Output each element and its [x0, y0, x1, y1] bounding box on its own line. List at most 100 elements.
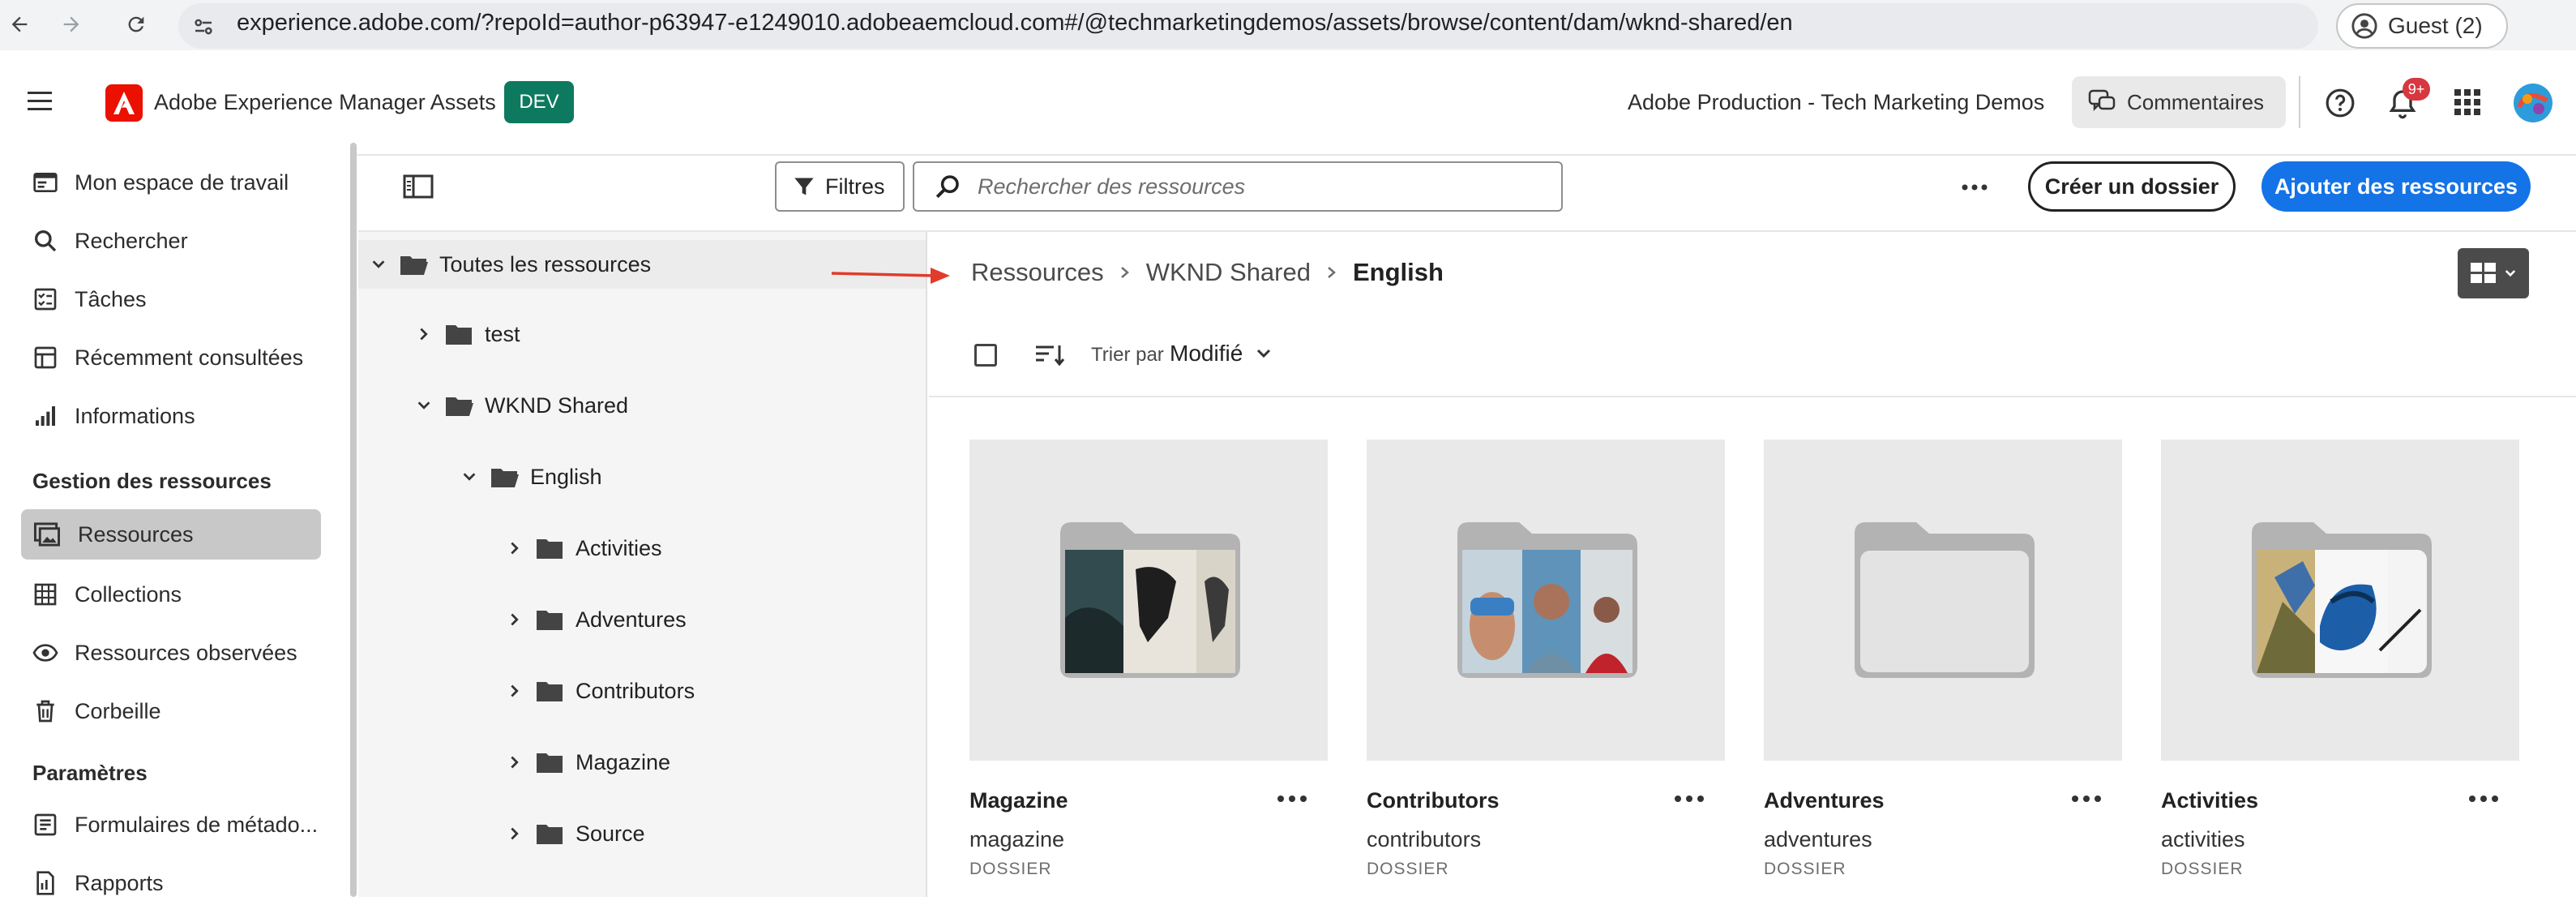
breadcrumb-item-wknd-shared[interactable]: WKND Shared: [1146, 258, 1311, 287]
org-switcher[interactable]: Adobe Production - Tech Marketing Demos: [1628, 90, 2044, 115]
chevron-right-icon[interactable]: [506, 682, 524, 700]
help-icon[interactable]: [2325, 88, 2356, 118]
filters-label: Filtres: [825, 174, 885, 199]
card-type: DOSSIER: [969, 860, 1052, 878]
folder-card-magazine[interactable]: Magazine magazine DOSSIER: [969, 440, 1328, 878]
reload-icon: [128, 16, 144, 32]
sidebar-item-label: Ressources: [78, 521, 194, 547]
more-actions-icon[interactable]: [1958, 174, 1991, 201]
reload-button[interactable]: [118, 6, 154, 42]
tree-node-label: Activities: [576, 535, 662, 560]
folder-thumbnail[interactable]: [969, 440, 1328, 761]
user-avatar[interactable]: [2513, 83, 2553, 123]
add-assets-button[interactable]: Ajouter des ressources: [2261, 161, 2531, 212]
search-field[interactable]: [913, 161, 1563, 212]
tree-node-contributors[interactable]: Contributors: [506, 667, 695, 715]
breadcrumb-item-assets[interactable]: Ressources: [971, 258, 1104, 287]
tree-node-english[interactable]: English: [460, 452, 602, 501]
profile-button[interactable]: Guest (2): [2336, 3, 2508, 49]
card-name: magazine: [969, 827, 1065, 851]
sidebar-item-assets[interactable]: Ressources: [21, 509, 321, 560]
header-divider: [2299, 76, 2300, 128]
app-title: Adobe Experience Manager Assets: [154, 90, 496, 114]
create-folder-button[interactable]: Créer un dossier: [2028, 161, 2236, 212]
sidebar-item-label: Rechercher: [75, 228, 188, 253]
sort-dropdown[interactable]: Modifié: [1170, 341, 1273, 367]
tree-node-source[interactable]: Source: [506, 809, 645, 858]
sidebar-item-workspace[interactable]: Mon espace de travail: [32, 161, 289, 204]
folder-open-icon: [491, 469, 519, 487]
card-title: Activities: [2161, 788, 2259, 813]
chevron-right-icon[interactable]: [415, 325, 433, 343]
app-switcher-grid-icon[interactable]: [2453, 88, 2482, 117]
adobe-logo-icon[interactable]: [105, 84, 143, 122]
chevron-down-icon[interactable]: [370, 255, 387, 273]
tree-node-label: English: [530, 464, 602, 489]
sort-value: Modifié: [1170, 341, 1243, 366]
breadcrumb: Ressources WKND Shared English: [971, 258, 1444, 287]
sidebar-item-insights[interactable]: Informations: [32, 394, 195, 438]
more-actions-icon[interactable]: [1670, 787, 1709, 811]
chevron-right-icon[interactable]: [506, 753, 524, 771]
assets-icon: [34, 522, 60, 547]
tree-node-test[interactable]: test: [415, 310, 520, 358]
tree-node-activities[interactable]: Activities: [506, 524, 662, 573]
search-icon: [935, 175, 959, 199]
hamburger-menu-icon[interactable]: [28, 89, 55, 114]
more-actions-icon[interactable]: [2464, 787, 2503, 811]
chevron-right-icon[interactable]: [506, 611, 524, 628]
tree-node-label: Adventures: [576, 607, 687, 632]
sidebar-scrollbar[interactable]: [350, 143, 357, 897]
card-type: DOSSIER: [1764, 860, 1846, 878]
environment-badge: DEV: [504, 81, 574, 123]
chevron-right-icon[interactable]: [506, 825, 524, 843]
view-switcher-button[interactable]: [2458, 248, 2529, 298]
tree-node-magazine[interactable]: Magazine: [506, 738, 670, 787]
sidebar-item-collections[interactable]: Collections: [32, 573, 182, 616]
more-actions-icon[interactable]: [1273, 787, 1312, 811]
watched-icon: [32, 644, 58, 662]
folder-card-activities[interactable]: Activities activities DOSSIER: [2161, 440, 2519, 878]
folder-icon: [446, 325, 472, 345]
chevron-right-icon[interactable]: [506, 539, 524, 557]
sidebar-item-reports[interactable]: Rapports: [32, 861, 164, 905]
folder-icon: [537, 539, 563, 559]
tree-node-wknd-shared[interactable]: WKND Shared: [415, 381, 628, 430]
tree-node-label: test: [485, 321, 520, 346]
folder-icon: [537, 611, 563, 630]
folder-thumbnail[interactable]: [1367, 440, 1725, 761]
toggle-panel-icon[interactable]: [402, 172, 434, 201]
back-button[interactable]: [2, 6, 37, 42]
filters-button[interactable]: Filtres: [775, 161, 905, 212]
sort-order-icon[interactable]: [1034, 342, 1067, 368]
folder-card-adventures[interactable]: Adventures adventures DOSSIER: [1764, 440, 2122, 878]
forward-arrow-icon: [63, 16, 79, 32]
sidebar-item-watched[interactable]: Ressources observées: [32, 631, 297, 675]
folder-thumbnail[interactable]: [2161, 440, 2519, 761]
sidebar-item-trash[interactable]: Corbeille: [32, 689, 161, 733]
chevron-down-icon[interactable]: [460, 468, 478, 486]
site-settings-icon[interactable]: [191, 15, 216, 39]
sidebar-item-tasks[interactable]: Tâches: [32, 277, 147, 321]
folder-thumbnail[interactable]: [1764, 440, 2122, 761]
folder-card-contributors[interactable]: Contributors contributors DOSSIER: [1367, 440, 1725, 878]
section-heading-settings: Paramètres: [32, 761, 148, 785]
comments-button[interactable]: Commentaires: [2072, 76, 2286, 128]
card-type: DOSSIER: [2161, 860, 2244, 878]
more-actions-icon[interactable]: [2067, 787, 2106, 811]
card-type: DOSSIER: [1367, 860, 1449, 878]
select-all-checkbox[interactable]: [974, 344, 997, 367]
sidebar-item-label: Corbeille: [75, 698, 161, 723]
sidebar-item-metadata-forms[interactable]: Formulaires de métado...: [32, 803, 318, 847]
tree-node-adventures[interactable]: Adventures: [506, 595, 687, 644]
folder-icon: [537, 753, 563, 773]
search-input[interactable]: [976, 173, 1530, 200]
folder-icon: [537, 825, 563, 844]
tree-node-label: Magazine: [576, 749, 671, 774]
chevron-down-icon[interactable]: [415, 397, 433, 414]
forward-button[interactable]: [53, 6, 89, 42]
sidebar-item-search[interactable]: Rechercher: [32, 219, 188, 263]
url-text[interactable]: experience.adobe.com/?repoId=author-p639…: [237, 10, 1793, 36]
sidebar-item-recent[interactable]: Récemment consultées: [32, 336, 303, 380]
tree-node-label: WKND Shared: [485, 392, 629, 418]
